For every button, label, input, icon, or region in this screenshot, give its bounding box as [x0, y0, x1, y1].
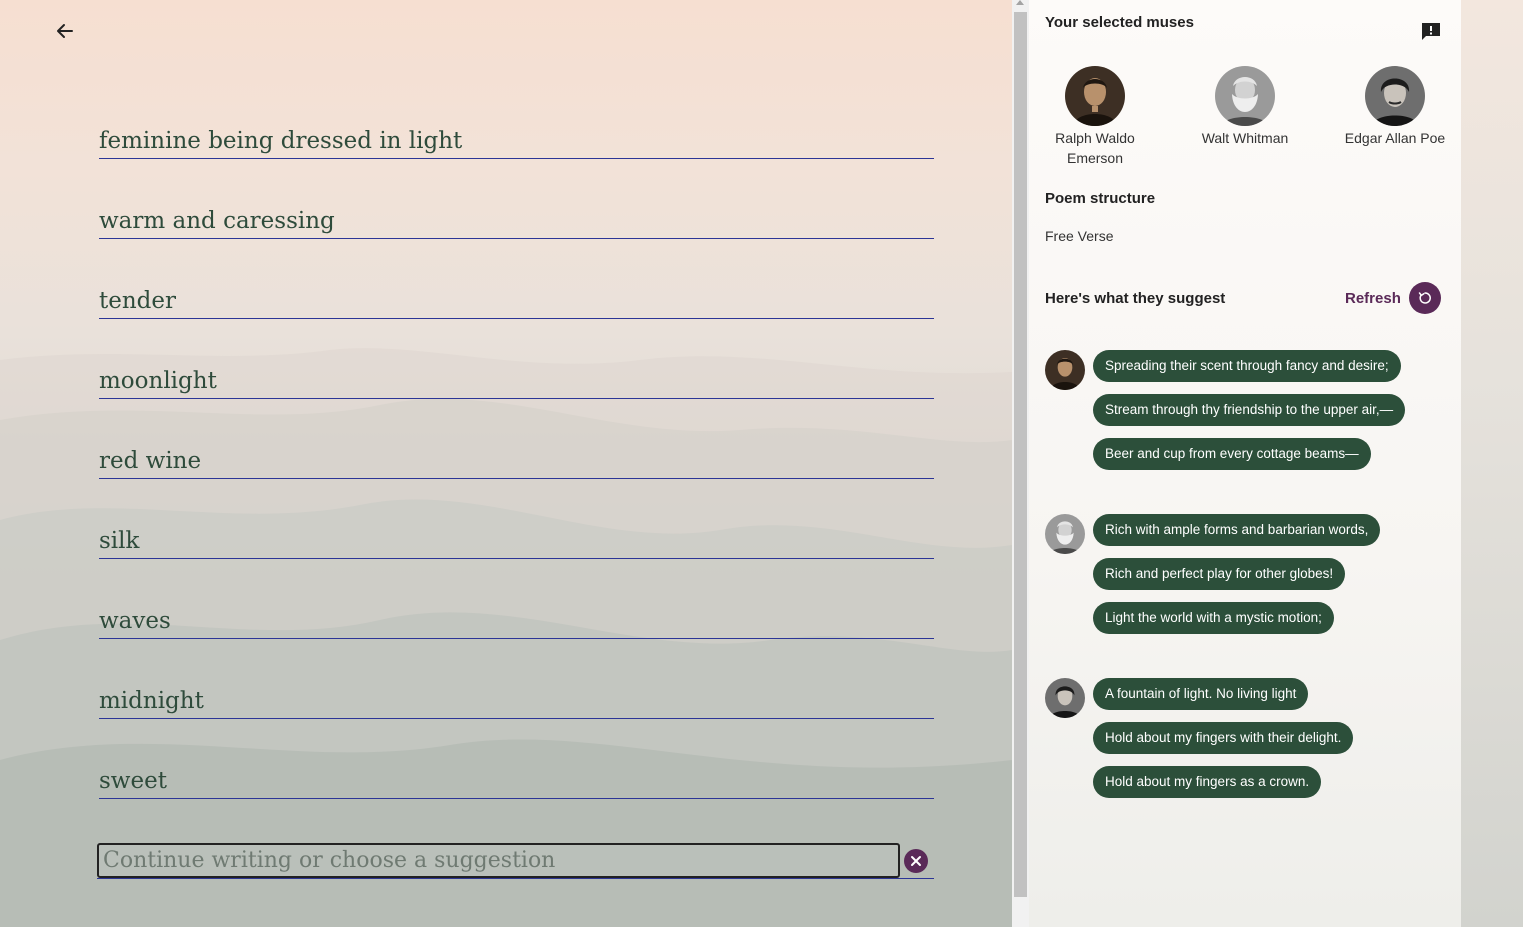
poem-line[interactable]: sweet	[99, 759, 934, 799]
poem-line-text: red wine	[99, 448, 202, 474]
muse-card[interactable]: Walt Whitman	[1185, 66, 1305, 148]
back-button[interactable]	[50, 16, 80, 46]
refresh-icon	[1418, 292, 1431, 304]
scrollbar-thumb[interactable]	[1014, 12, 1027, 897]
poem-line-text: sweet	[99, 768, 167, 794]
muse-panel: Your selected muses Ralph Waldo Emerson	[1029, 0, 1461, 927]
poem-structure-heading: Poem structure	[1045, 190, 1156, 207]
avatar	[1215, 66, 1275, 126]
poem-line[interactable]: red wine	[99, 439, 934, 479]
continue-input-row	[97, 843, 934, 879]
scroll-up-arrow-icon[interactable]	[1016, 0, 1024, 5]
continue-writing-input[interactable]	[97, 843, 900, 878]
avatar	[1365, 66, 1425, 126]
poem-line-text: feminine being dressed in light	[99, 128, 463, 154]
refresh-button[interactable]	[1409, 282, 1441, 314]
suggestions-heading: Here's what they suggest	[1045, 290, 1226, 307]
poem-line-text: silk	[99, 528, 140, 554]
feedback-icon	[1422, 23, 1440, 40]
poem-line[interactable]: midnight	[99, 679, 934, 719]
poem-line-text: midnight	[99, 688, 204, 714]
suggestion-chip[interactable]: Light the world with a mystic motion;	[1093, 602, 1334, 634]
suggestion-muse-avatar	[1045, 678, 1085, 718]
muses-heading: Your selected muses	[1045, 14, 1194, 31]
suggestion-chip[interactable]: A fountain of light. No living light	[1093, 678, 1309, 710]
close-icon	[911, 856, 921, 866]
editor-scrollbar[interactable]	[1012, 0, 1029, 927]
suggestion-chip[interactable]: Rich and perfect play for other globes!	[1093, 558, 1346, 590]
poem-line[interactable]: silk	[99, 519, 934, 559]
suggestion-muse-avatar	[1045, 514, 1085, 554]
poem-line[interactable]: feminine being dressed in light	[99, 119, 934, 159]
suggestion-chip[interactable]: Hold about my fingers as a crown.	[1093, 766, 1322, 798]
muse-name: Ralph Waldo Emerson	[1055, 130, 1135, 166]
poem-line[interactable]: warm and caressing	[99, 199, 934, 239]
avatar	[1065, 66, 1125, 126]
suggestion-chip[interactable]: Rich with ample forms and barbarian word…	[1093, 514, 1381, 546]
muse-card[interactable]: Ralph Waldo Emerson	[1035, 66, 1155, 168]
suggestion-chip[interactable]: Stream through thy friendship to the upp…	[1093, 394, 1406, 426]
poem-line[interactable]: moonlight	[99, 359, 934, 399]
poem-line-text: tender	[99, 288, 176, 314]
clear-input-button[interactable]	[904, 849, 928, 873]
poem-line-text: warm and caressing	[99, 208, 335, 234]
suggestion-chip[interactable]: Spreading their scent through fancy and …	[1093, 350, 1401, 382]
suggestion-chip[interactable]: Beer and cup from every cottage beams—	[1093, 438, 1371, 470]
suggestion-muse-avatar	[1045, 350, 1085, 390]
background-strip	[1461, 0, 1523, 927]
poem-line[interactable]: waves	[99, 599, 934, 639]
muse-card[interactable]: Edgar Allan Poe	[1335, 66, 1455, 148]
feedback-button[interactable]	[1421, 22, 1441, 40]
refresh-link[interactable]: Refresh	[1345, 290, 1401, 307]
muse-name: Walt Whitman	[1201, 130, 1289, 146]
poem-structure-value: Free Verse	[1045, 228, 1114, 244]
poem-line[interactable]: tender	[99, 279, 934, 319]
poem-line-text: moonlight	[99, 368, 217, 394]
arrow-left-icon	[57, 24, 73, 38]
muse-name: Edgar Allan Poe	[1344, 130, 1446, 146]
suggestion-chip[interactable]: Hold about my fingers with their delight…	[1093, 722, 1354, 754]
poem-editor: feminine being dressed in light warm and…	[0, 0, 1012, 927]
poem-line-text: waves	[99, 608, 171, 634]
